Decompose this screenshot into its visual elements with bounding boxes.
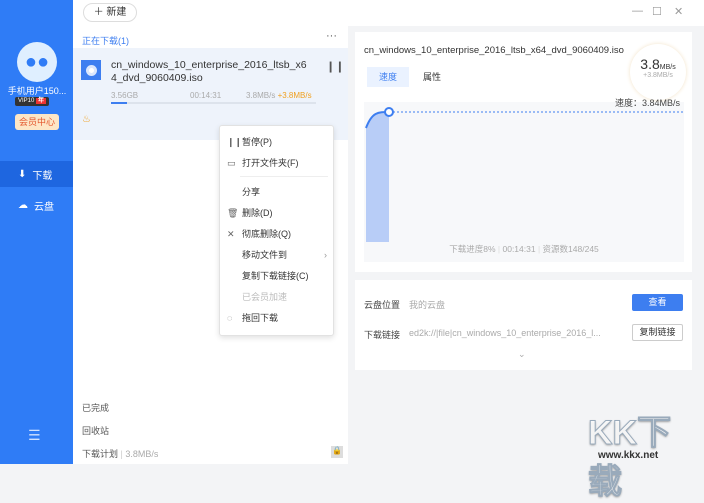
copy-link-button[interactable]: 复制链接 [632, 324, 683, 341]
minimize-icon[interactable]: — [632, 5, 643, 17]
menu-delete[interactable]: 🗑删除(D) [220, 203, 333, 223]
download-link-label: 下载链接 [364, 328, 400, 341]
avatar[interactable]: ●● [17, 42, 57, 82]
trash-icon: 🗑 [227, 203, 238, 223]
maximize-icon[interactable]: ☐ [652, 5, 662, 18]
menu-copy-link[interactable]: 复制下载链接(C) [220, 266, 333, 286]
view-button[interactable]: 查看 [632, 294, 683, 311]
menu-drag-back[interactable]: ◌拖回下载 [220, 308, 333, 328]
pause-icon: ❙❙ [227, 132, 242, 152]
menu-move-file[interactable]: 移动文件到› [220, 245, 333, 265]
speed-gauge: 3.8MB/s +3.8MB/s [630, 44, 686, 100]
context-menu: ❙❙暂停(P) ▭打开文件夹(F) 分享 🗑删除(D) ✕彻底删除(Q) 移动文… [219, 125, 334, 336]
nav-label: 云盘 [34, 198, 54, 213]
menu-share[interactable]: 分享 [220, 182, 333, 202]
menu-open-folder[interactable]: ▭打开文件夹(F) [220, 153, 333, 173]
pause-icon[interactable]: ❙❙ [326, 60, 344, 73]
folder-icon: ▭ [227, 153, 236, 173]
tab-speed[interactable]: 速度 [367, 67, 409, 87]
watermark-url: www.kkx.net [598, 450, 658, 461]
time-remaining: 00:14:31 [190, 91, 221, 100]
detail-title: cn_windows_10_enterprise_2016_ltsb_x64_d… [364, 45, 624, 56]
disc-icon [81, 60, 101, 80]
close-window-icon[interactable]: ✕ [674, 5, 683, 18]
sidebar: ●● 手机用户150... VIP10 年 会员中心 ⬇ 下载 ☁ 云盘 ☰ [0, 0, 73, 464]
new-button[interactable]: ＋ 新建 [83, 3, 137, 22]
chevron-right-icon: › [324, 245, 327, 265]
download-icon: ⬇ [18, 169, 26, 180]
speed-point [385, 108, 393, 116]
speed-graph [364, 102, 684, 242]
menu-delete-permanently[interactable]: ✕彻底删除(Q) [220, 224, 333, 244]
chevron-down-icon[interactable]: ⌄ [518, 349, 526, 360]
section-downloading: 正在下载(1) [82, 34, 129, 47]
boost-icon[interactable]: ♨ [82, 114, 91, 125]
sidebar-item-cloud[interactable]: ☁ 云盘 [0, 192, 73, 218]
cloud-location-label: 云盘位置 [364, 298, 400, 311]
file-name: cn_windows_10_enterprise_2016_ltsb_x64_d… [111, 59, 311, 85]
recycle-link[interactable]: 回收站 [82, 424, 109, 437]
detail-panel: cn_windows_10_enterprise_2016_ltsb_x64_d… [355, 32, 692, 272]
lock-icon[interactable]: 🔒 [331, 446, 343, 458]
tab-properties[interactable]: 属性 [411, 67, 453, 87]
sidebar-item-download[interactable]: ⬇ 下载 [0, 161, 73, 187]
refresh-icon: ◌ [227, 308, 232, 328]
vip-badge: VIP10 年 [15, 97, 49, 106]
close-icon: ✕ [227, 224, 235, 244]
top-bar [73, 0, 704, 26]
menu-icon[interactable]: ☰ [28, 427, 41, 444]
member-center-button[interactable]: 会员中心 [15, 114, 59, 130]
nav-label: 下载 [32, 167, 52, 182]
speed-chart: 速度：3.84MB/s 下载进度8% | 00:14:31 | 资源数148/2… [364, 102, 684, 262]
divider [240, 176, 328, 177]
completed-link[interactable]: 已完成 [82, 401, 109, 414]
progress-bar [111, 102, 316, 104]
cloud-icon: ☁ [18, 200, 28, 211]
username: 手机用户150... [4, 84, 70, 97]
chart-footer: 下载进度8% | 00:14:31 | 资源数148/245 [364, 243, 684, 255]
speed-area [366, 112, 389, 242]
menu-pause[interactable]: ❙❙暂停(P) [220, 132, 333, 152]
speed: 3.8MB/s +3.8MB/s [246, 91, 312, 100]
cloud-location-value: 我的云盘 [409, 298, 445, 311]
download-link-value: ed2k://|file|cn_windows_10_enterprise_20… [409, 328, 601, 338]
menu-vip-accelerated: 已会员加速 [220, 287, 333, 307]
more-icon[interactable]: ··· [326, 30, 337, 42]
download-plan[interactable]: 下载计划 | 3.8MB/s [82, 447, 158, 460]
info-panel: 云盘位置 我的云盘 查看 下载链接 ed2k://|file|cn_window… [355, 280, 692, 370]
file-size: 3.56GB [111, 91, 138, 100]
